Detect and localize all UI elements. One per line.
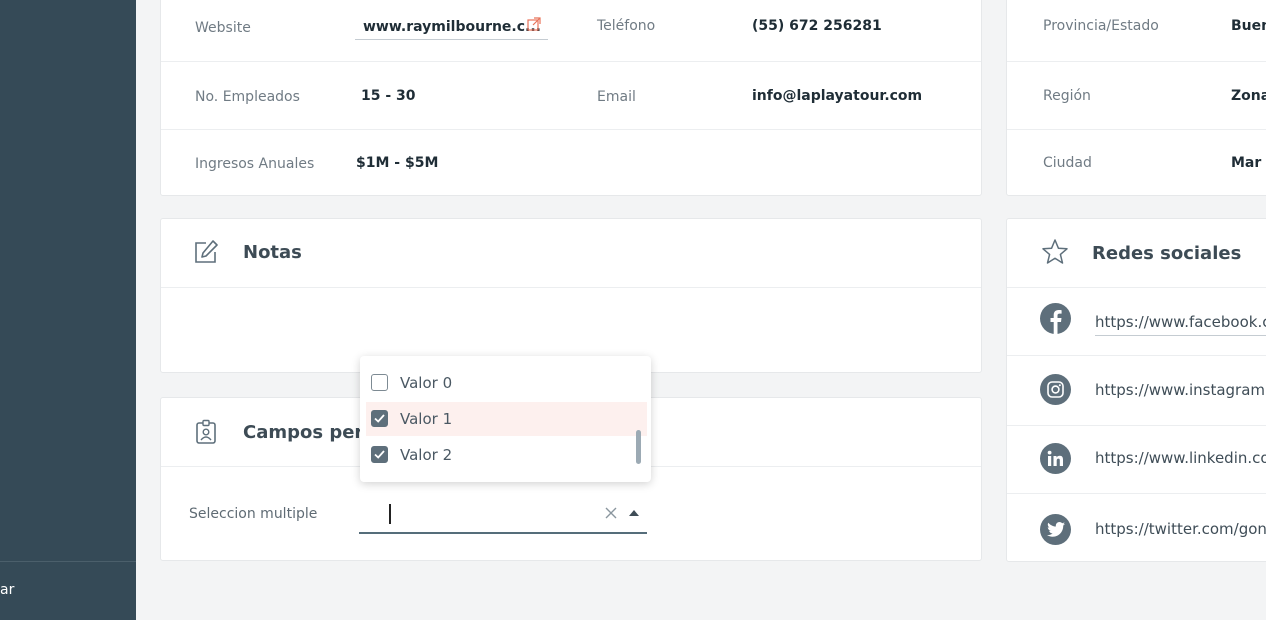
province-label: Provincia/Estado	[1043, 18, 1159, 34]
social-card: Redes sociales https://www.facebook.co h…	[1006, 218, 1266, 562]
email-label: Email	[597, 89, 636, 105]
option-label: Valor 0	[400, 374, 453, 392]
multi-select-label: Seleccion multiple	[189, 506, 318, 522]
row-divider	[1007, 129, 1266, 130]
revenue-value: $1M - $5M	[356, 155, 439, 171]
phone-label: Teléfono	[597, 18, 656, 34]
multi-select-input[interactable]	[359, 496, 647, 534]
city-label: Ciudad	[1043, 155, 1092, 171]
row-divider	[1007, 355, 1266, 356]
edit-note-icon	[195, 240, 218, 263]
employees-label: No. Empleados	[195, 89, 300, 105]
checkbox[interactable]	[371, 374, 388, 391]
checkbox-checked[interactable]	[371, 410, 388, 427]
card-header-divider	[1007, 287, 1266, 288]
facebook-link[interactable]: https://www.facebook.co	[1095, 313, 1266, 336]
linkedin-icon	[1040, 443, 1071, 474]
dropdown-scrollbar[interactable]	[636, 430, 641, 464]
twitter-link[interactable]: https://twitter.com/gonza	[1095, 520, 1266, 538]
option-valor-0[interactable]: Valor 0	[366, 366, 647, 400]
card-header-divider	[161, 287, 981, 288]
facebook-icon	[1040, 303, 1071, 334]
website-link[interactable]: www.raymilbourne.c...	[355, 11, 548, 40]
twitter-icon	[1040, 514, 1071, 545]
option-label: Valor 1	[400, 410, 453, 428]
notes-card: Notas	[160, 218, 982, 373]
row-divider	[1007, 425, 1266, 426]
employees-value: 15 - 30	[361, 88, 416, 104]
website-value: www.raymilbourne.c...	[363, 19, 542, 35]
social-title: Redes sociales	[1092, 243, 1242, 264]
sidebar-divider	[0, 561, 136, 562]
linkedin-link[interactable]: https://www.linkedin.cor	[1095, 449, 1266, 467]
caret-up-icon[interactable]	[629, 510, 639, 516]
checkmark-icon	[373, 449, 385, 459]
badge-icon	[196, 419, 216, 444]
location-card: Provincia/Estado Buen Región Zona Ciudad…	[1006, 0, 1266, 196]
instagram-icon	[1040, 374, 1071, 405]
text-cursor	[389, 504, 391, 524]
option-valor-1[interactable]: Valor 1	[366, 402, 647, 436]
option-label: Valor 2	[400, 446, 453, 464]
city-value: Mar c	[1231, 155, 1266, 171]
region-label: Región	[1043, 88, 1091, 104]
row-divider	[161, 129, 981, 130]
website-label: Website	[195, 20, 251, 36]
region-value: Zona	[1231, 88, 1266, 104]
option-valor-2[interactable]: Valor 2	[366, 438, 647, 472]
province-value: Buen	[1231, 18, 1266, 34]
checkmark-icon	[373, 413, 385, 423]
multi-select-dropdown: Valor 0 Valor 1 Valor 2	[360, 356, 651, 482]
row-divider	[1007, 61, 1266, 62]
checkbox-checked[interactable]	[371, 446, 388, 463]
row-divider	[161, 61, 981, 62]
revenue-label: Ingresos Anuales	[195, 156, 315, 172]
clear-icon[interactable]	[605, 507, 617, 519]
company-info-card: Website www.raymilbourne.c... Teléfono (…	[160, 0, 982, 196]
sidebar	[0, 0, 136, 620]
phone-value: (55) 672 256281	[752, 18, 882, 34]
instagram-link[interactable]: https://www.instagram.c	[1095, 381, 1266, 399]
email-value: info@laplayatour.com	[752, 88, 923, 104]
star-icon	[1042, 239, 1068, 264]
sidebar-footer-item[interactable]: ar	[0, 582, 14, 598]
notes-title: Notas	[243, 242, 302, 263]
external-link-icon[interactable]	[527, 17, 541, 31]
row-divider	[1007, 493, 1266, 494]
